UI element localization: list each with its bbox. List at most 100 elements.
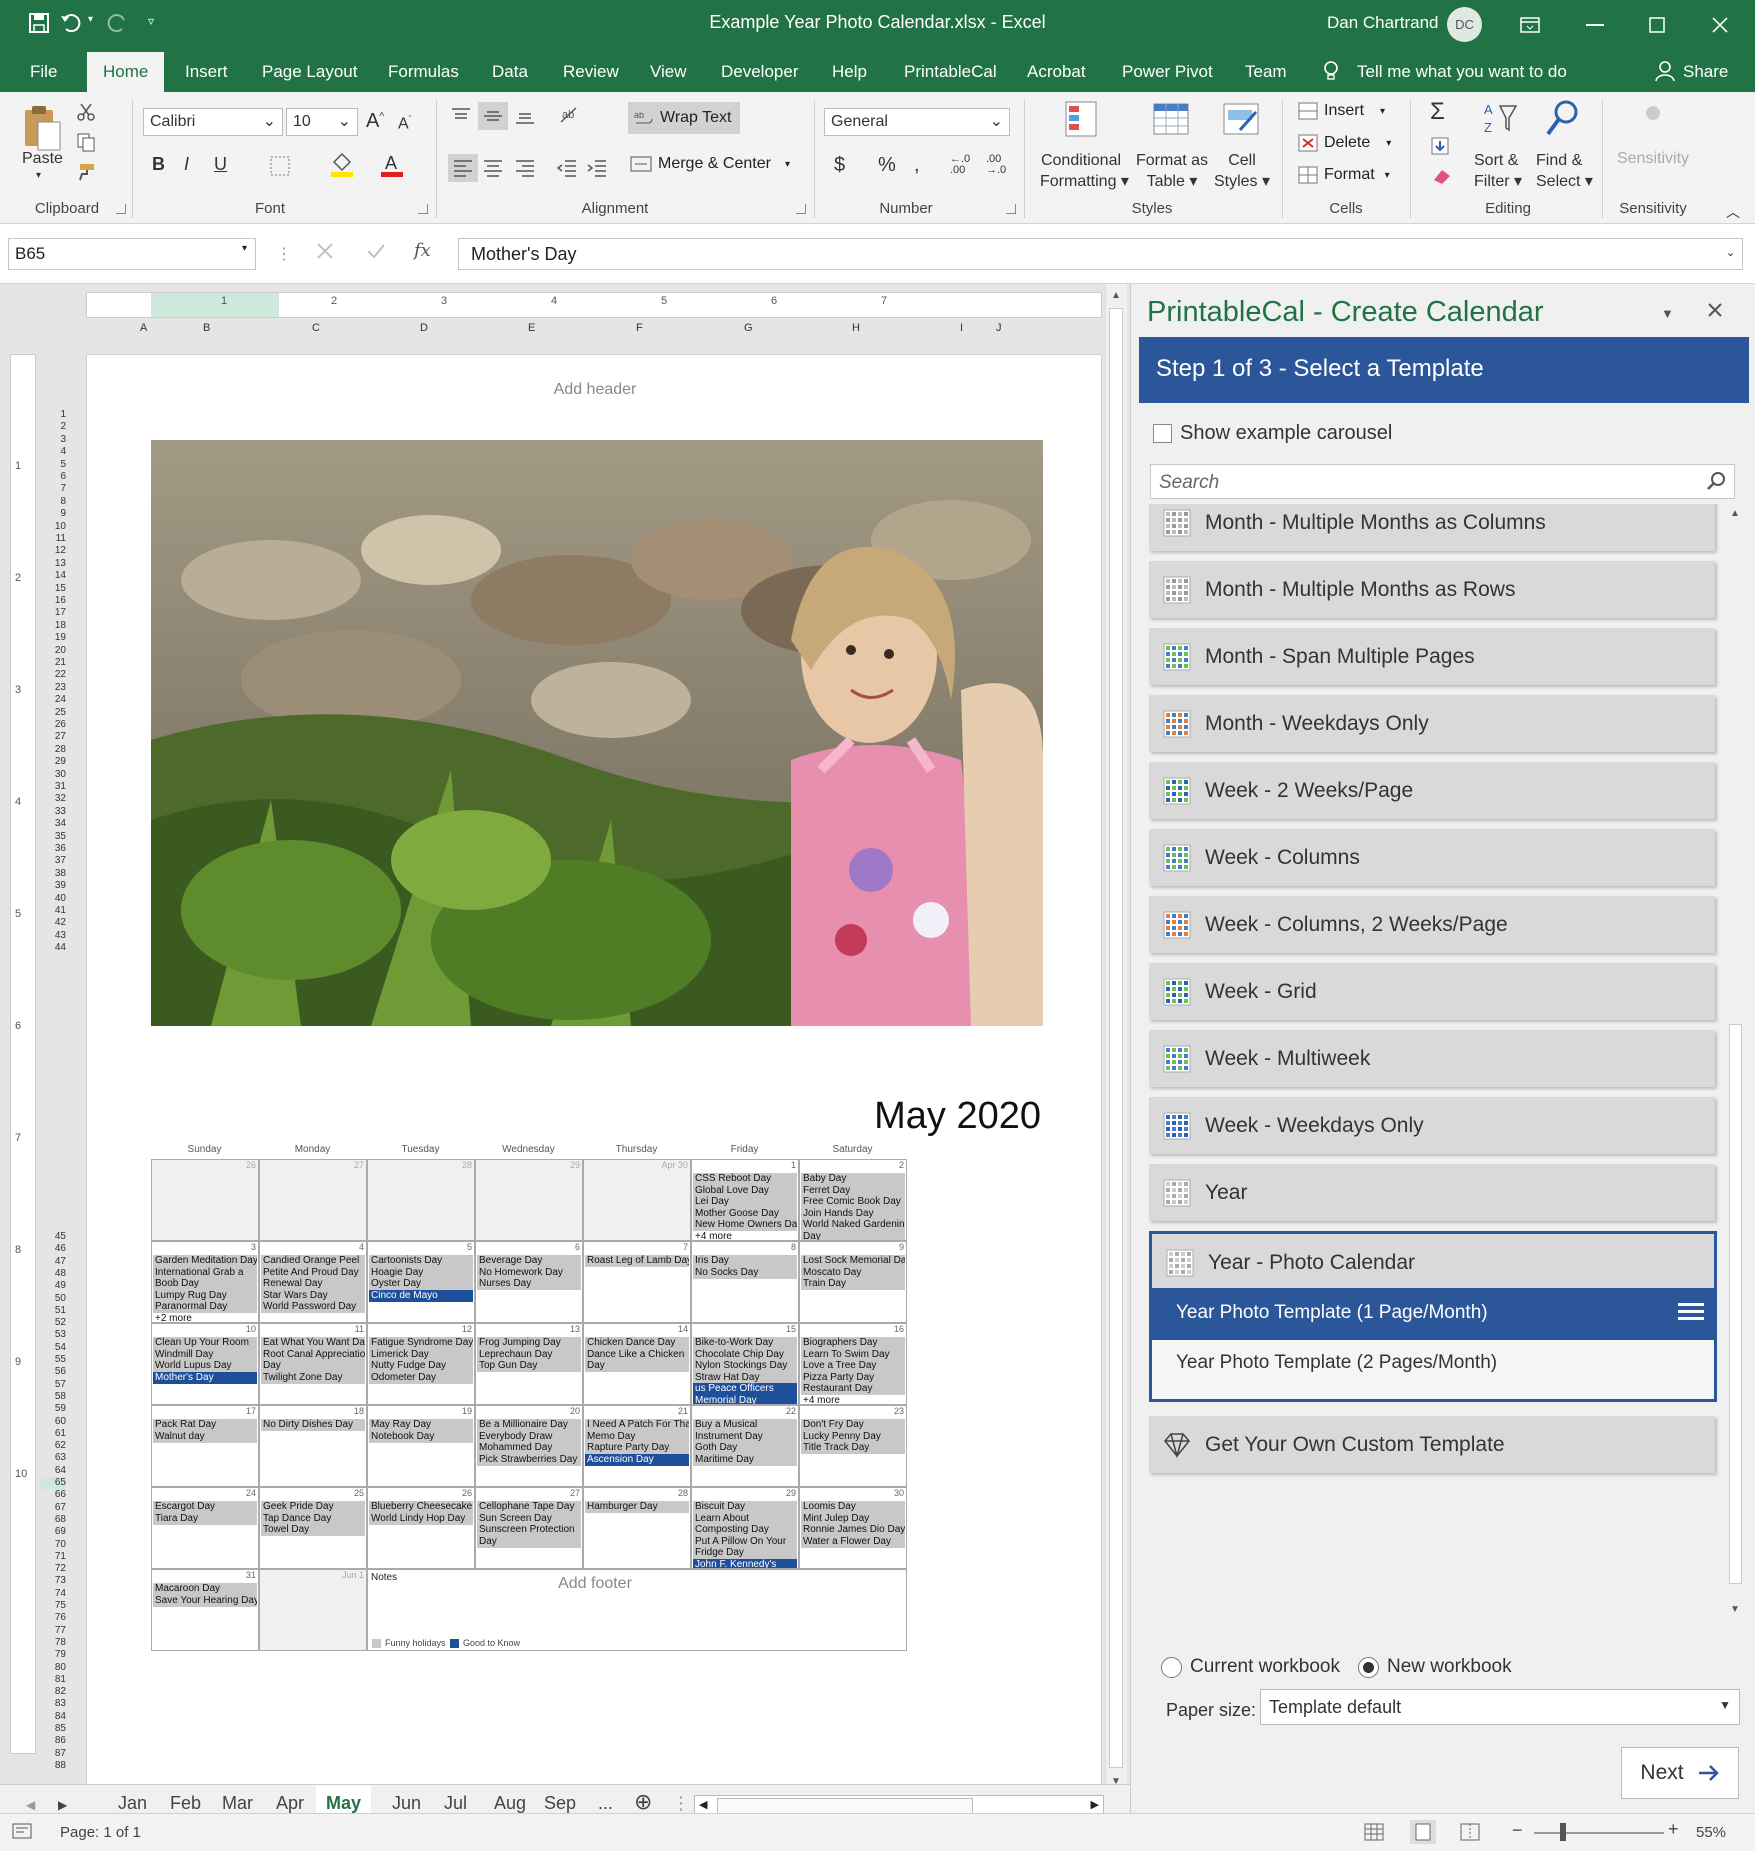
column-header[interactable]: J [996, 322, 1002, 334]
row-number[interactable]: 64 [40, 1465, 66, 1477]
calendar-event[interactable]: No Dirty Dishes Day [261, 1419, 365, 1431]
calendar-event[interactable]: Goth Day [693, 1442, 797, 1455]
row-number[interactable]: 78 [40, 1637, 66, 1649]
row-number-selected[interactable]: 65 [40, 1477, 66, 1489]
calendar-event[interactable]: Bike-to-Work Day [693, 1337, 797, 1349]
calendar-event[interactable]: Chocolate Chip Day [693, 1348, 797, 1361]
calendar-event[interactable]: Walnut day [153, 1430, 257, 1443]
calendar-event[interactable]: Free Comic Book Day [801, 1196, 905, 1209]
template-item[interactable]: Week - Multiweek [1149, 1030, 1715, 1087]
row-number[interactable]: 23 [40, 682, 66, 694]
collapse-ribbon-icon[interactable]: ︿ [1726, 202, 1740, 222]
page-break-view-icon[interactable] [1460, 1823, 1480, 1841]
normal-view-icon[interactable] [1364, 1823, 1384, 1841]
calendar-event[interactable]: +4 more [801, 1395, 905, 1404]
conditional-formatting-icon[interactable] [1064, 100, 1100, 138]
user-name[interactable]: Dan Chartrand [1327, 13, 1439, 33]
sheet-tab-jul[interactable]: Jul [444, 1793, 467, 1814]
calendar-event[interactable]: Boob Day [153, 1278, 257, 1291]
calendar-day-cell[interactable]: 17 Pack Rat Day Walnut day [151, 1405, 259, 1487]
calendar-event[interactable]: May Ray Day [369, 1419, 473, 1431]
calendar-day-cell[interactable]: 28 Hamburger Day [583, 1487, 691, 1569]
calendar-event[interactable]: Oyster Day [369, 1278, 473, 1291]
row-number[interactable]: 87 [40, 1748, 66, 1760]
current-workbook-radio[interactable]: Current workbook [1161, 1656, 1340, 1678]
row-number[interactable]: 51 [40, 1305, 66, 1317]
scroll-left-icon[interactable]: ◀ [699, 1798, 707, 1811]
tab-printablecal[interactable]: PrintableCal [904, 62, 997, 82]
calendar-event[interactable]: World Lupus Day [153, 1360, 257, 1373]
custom-template-item[interactable]: Get Your Own Custom Template [1149, 1416, 1715, 1473]
calendar-event[interactable]: World Lindy Hop Day [369, 1512, 473, 1525]
confirm-entry-icon[interactable] [366, 242, 386, 260]
borders-icon[interactable] [270, 156, 290, 176]
align-top-icon[interactable] [450, 106, 472, 126]
vertical-scrollbar[interactable]: ▲ ▼ [1105, 284, 1127, 1803]
calendar-event[interactable]: Title Track Day [801, 1442, 905, 1455]
search-icon[interactable] [1706, 471, 1726, 491]
row-number[interactable]: 52 [40, 1317, 66, 1329]
calendar-event[interactable]: Pizza Party Day [801, 1371, 905, 1384]
calendar-day-cell[interactable]: Apr 30 [583, 1159, 691, 1241]
calendar-event[interactable]: Baby Day [801, 1173, 905, 1185]
calendar-event[interactable]: Notebook Day [369, 1430, 473, 1443]
row-number[interactable]: 86 [40, 1735, 66, 1747]
tab-power-pivot[interactable]: Power Pivot [1122, 62, 1213, 82]
tab-team[interactable]: Team [1245, 62, 1287, 82]
calendar-day-cell[interactable]: 21 I Need A Patch For That Memo Day Rapture… [583, 1405, 691, 1487]
row-number[interactable]: 36 [40, 843, 66, 855]
row-number[interactable]: 22 [40, 669, 66, 681]
pane-options-icon[interactable]: ▼ [1661, 306, 1674, 321]
calendar-event[interactable]: Put A Pillow On Your [693, 1535, 797, 1548]
calendar-event[interactable]: Nurses Day [477, 1278, 581, 1291]
row-number[interactable]: 41 [40, 905, 66, 917]
calendar-event[interactable]: Composting Day [693, 1524, 797, 1537]
row-number[interactable]: 59 [40, 1403, 66, 1415]
close-icon[interactable] [1695, 0, 1745, 50]
cancel-entry-icon[interactable] [316, 242, 334, 260]
column-header[interactable]: H [852, 322, 860, 334]
row-number[interactable]: 66 [40, 1489, 66, 1501]
template-item[interactable]: Month - Span Multiple Pages [1149, 628, 1715, 685]
name-box[interactable]: B65 ▾ [8, 238, 256, 270]
row-number[interactable]: 63 [40, 1452, 66, 1464]
clipboard-launcher-icon[interactable] [116, 204, 126, 214]
italic-icon[interactable]: I [184, 154, 189, 175]
calendar-event[interactable]: Star Wars Day [261, 1289, 365, 1302]
new-workbook-radio[interactable]: New workbook [1358, 1656, 1512, 1678]
calendar-event[interactable]: us Peace Officers [693, 1383, 797, 1396]
column-header[interactable]: I [960, 322, 963, 334]
tab-home[interactable]: Home [87, 52, 165, 92]
row-number[interactable]: 53 [40, 1329, 66, 1341]
calendar-event[interactable]: Nutty Fudge Day [369, 1360, 473, 1373]
sheet-tab-sep[interactable]: Sep [544, 1793, 576, 1814]
calendar-event[interactable]: Renewal Day [261, 1278, 365, 1291]
calendar-event[interactable]: Biographers Day [801, 1337, 905, 1349]
scroll-down-icon[interactable]: ▼ [1730, 1604, 1740, 1615]
sheet-tab-mar[interactable]: Mar [222, 1793, 253, 1814]
calendar-day-cell[interactable]: 14 Chicken Dance Day Dance Like a Chicken D… [583, 1323, 691, 1405]
row-number[interactable]: 77 [40, 1625, 66, 1637]
calendar-day-cell[interactable]: 13 Frog Jumping Day Leprechaun Day Top Gun … [475, 1323, 583, 1405]
calendar-event[interactable]: Lumpy Rug Day [153, 1289, 257, 1302]
fill-color-icon[interactable] [330, 152, 354, 178]
calendar-day-cell[interactable]: 3 Garden Meditation Day International Grab… [151, 1241, 259, 1323]
row-number[interactable]: 25 [40, 707, 66, 719]
calendar-event[interactable]: Day [261, 1360, 365, 1373]
template-list-scrollbar[interactable]: ▲ ▼ [1726, 504, 1745, 1624]
sheet-tab-jan[interactable]: Jan [118, 1793, 147, 1814]
row-number[interactable]: 16 [40, 595, 66, 607]
row-number[interactable]: 62 [40, 1440, 66, 1452]
calendar-event[interactable]: Day [477, 1535, 581, 1548]
row-number[interactable]: 14 [40, 570, 66, 582]
calendar-event[interactable]: Tap Dance Day [261, 1512, 365, 1525]
calendar-event[interactable]: Top Gun Day [477, 1360, 581, 1373]
bold-icon[interactable]: B [152, 154, 165, 175]
row-number[interactable]: 5 [40, 459, 66, 471]
decrease-decimal-icon[interactable]: .00 →.0 [986, 154, 1006, 176]
print-page[interactable]: Add header May 2020 Sunday Monday Tuesda… [86, 354, 1102, 1803]
currency-icon[interactable]: $ [834, 154, 845, 177]
font-launcher-icon[interactable] [418, 204, 428, 214]
tell-me-search[interactable]: Tell me what you want to do [1357, 62, 1567, 82]
calendar-event[interactable]: +4 more [693, 1231, 797, 1240]
